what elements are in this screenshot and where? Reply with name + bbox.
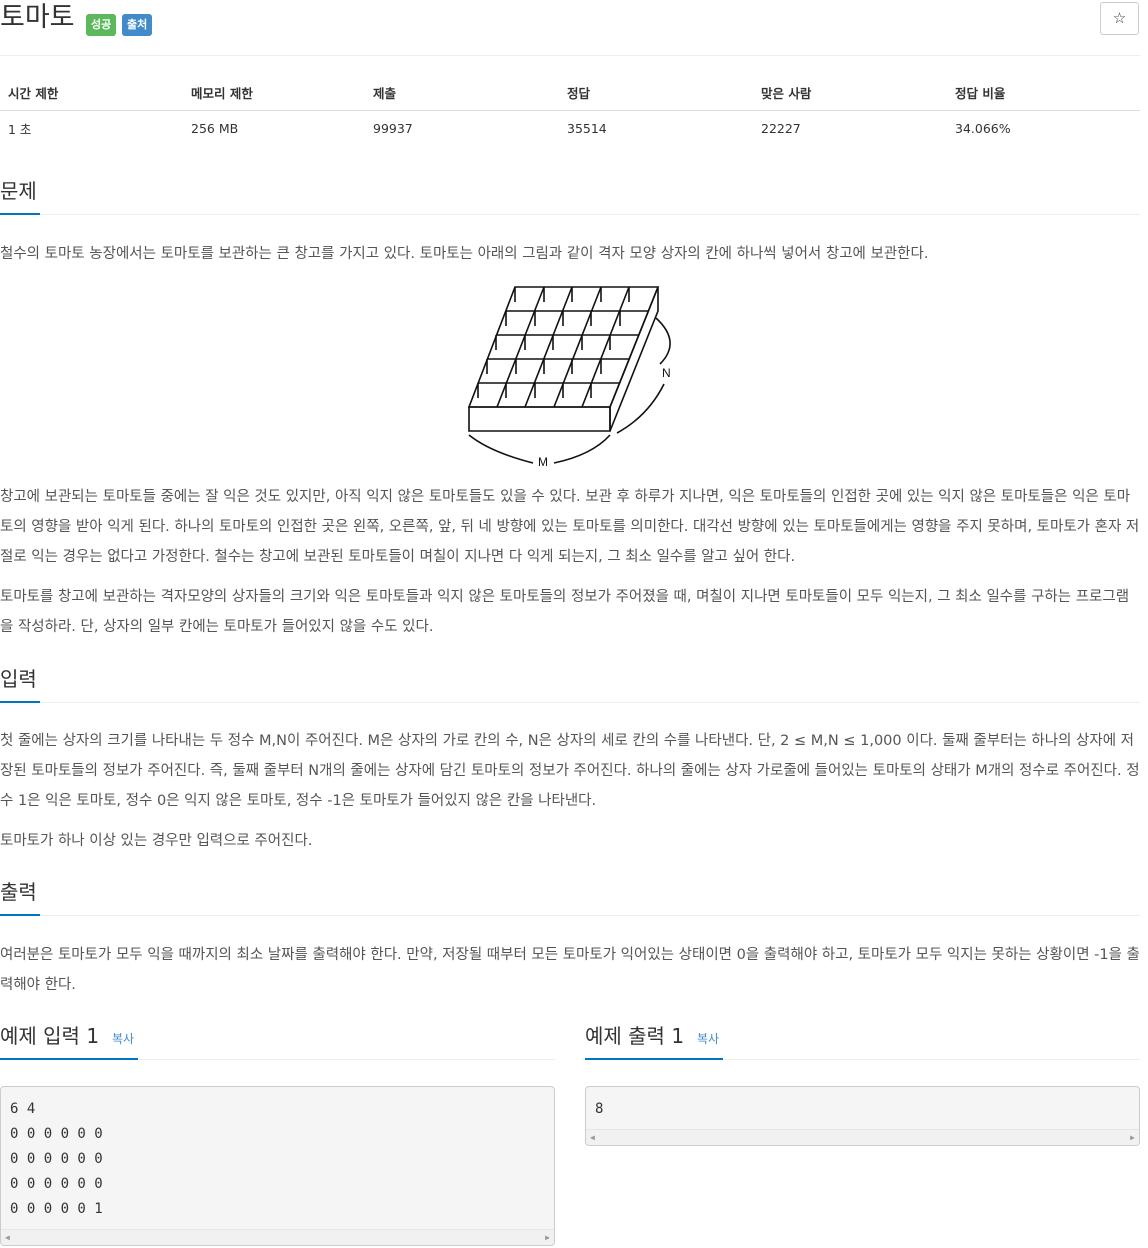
problem-header: 토마토 성공 출처 ☆: [0, 0, 1140, 56]
problem-section-header: 문제: [0, 177, 1140, 215]
scroll-right-icon[interactable]: ▶: [545, 1233, 550, 1242]
copy-input-button[interactable]: 복사: [112, 1030, 134, 1047]
value-time-limit: 1 초: [8, 122, 32, 138]
success-badge[interactable]: 성공: [86, 14, 117, 36]
sample-input-line: 0 0 0 0 0 0: [10, 1176, 103, 1192]
section-underline: [0, 213, 40, 215]
sample-input-title: 예제 입력 1: [0, 1024, 100, 1048]
sample-input-line: 0 0 0 0 0 0: [10, 1151, 103, 1167]
copy-output-button[interactable]: 복사: [697, 1030, 719, 1047]
input-section-header: 입력: [0, 665, 1140, 703]
sample-output-header: 예제 출력 1 복사: [585, 1022, 1140, 1060]
scroll-right-icon[interactable]: ▶: [1130, 1133, 1135, 1142]
section-underline: [0, 1058, 138, 1060]
value-submissions[interactable]: 99937: [365, 110, 559, 147]
dimension-m-label: M: [538, 455, 548, 469]
horizontal-scrollbar[interactable]: ◀ ▶: [1, 1229, 554, 1245]
output-section-header: 출력: [0, 878, 1140, 916]
star-button[interactable]: ☆: [1100, 2, 1139, 35]
sample-input-box[interactable]: 6 4 0 0 0 0 0 0 0 0 0 0 0 0 0 0 0 0 0 0 …: [0, 1086, 555, 1246]
value-memory-limit: 256 MB: [191, 121, 239, 137]
scroll-left-icon[interactable]: ◀: [5, 1233, 10, 1242]
section-underline: [0, 914, 40, 916]
output-section-title: 출력: [0, 880, 37, 904]
header-time-limit: 시간 제한: [0, 76, 183, 111]
value-accept-ratio: 34.066%: [955, 121, 1011, 137]
value-accepted[interactable]: 35514: [559, 110, 753, 147]
horizontal-scrollbar[interactable]: ◀ ▶: [586, 1129, 1139, 1145]
sample-input-line: 6 4: [10, 1101, 36, 1117]
sample-input-line: 0 0 0 0 0 1: [10, 1201, 103, 1217]
problem-title: 토마토: [0, 2, 75, 33]
dimension-n-label: N: [662, 366, 671, 380]
input-section-title: 입력: [0, 667, 37, 691]
problem-paragraph-2: 창고에 보관되는 토마토들 중에는 잘 익은 것도 있지만, 아직 익지 않은 …: [0, 489, 1140, 565]
header-solved-users: 맞은 사람: [753, 76, 947, 111]
value-solved-users[interactable]: 22227: [753, 110, 947, 147]
problem-section-title: 문제: [0, 179, 37, 203]
info-header-row: 시간 제한 메모리 제한 제출 정답 맞은 사람 정답 비율: [0, 76, 1140, 111]
sample-output-box[interactable]: 8 ◀ ▶: [585, 1086, 1140, 1146]
sample-output-title: 예제 출력 1: [585, 1024, 685, 1048]
problem-paragraph-1: 철수의 토마토 농장에서는 토마토를 보관하는 큰 창고를 가지고 있다. 토마…: [0, 246, 929, 262]
scroll-left-icon[interactable]: ◀: [590, 1133, 595, 1142]
output-paragraph-1: 여러분은 토마토가 모두 익을 때까지의 최소 날짜를 출력해야 한다. 만약,…: [0, 947, 1140, 993]
section-underline: [585, 1058, 723, 1060]
sample-input-header: 예제 입력 1 복사: [0, 1022, 555, 1060]
sample-input-line: 0 0 0 0 0 0: [10, 1126, 103, 1142]
header-memory-limit: 메모리 제한: [183, 76, 365, 111]
input-paragraph-2: 토마토가 하나 이상 있는 경우만 입력으로 주어진다.: [0, 833, 313, 849]
header-submissions: 제출: [365, 76, 559, 111]
input-paragraph-1: 첫 줄에는 상자의 크기를 나타내는 두 정수 M,N이 주어진다. M은 상자…: [0, 733, 1140, 809]
problem-info-table: 시간 제한 메모리 제한 제출 정답 맞은 사람 정답 비율 1 초 256 M…: [0, 76, 1140, 147]
header-accepted: 정답: [559, 76, 753, 111]
star-icon: ☆: [1112, 9, 1127, 27]
tomato-box-figure: N M: [460, 280, 680, 472]
info-value-row: 1 초 256 MB 99937 35514 22227 34.066%: [0, 110, 1140, 147]
section-underline: [0, 701, 40, 703]
problem-paragraph-3: 토마토를 창고에 보관하는 격자모양의 상자들의 크기와 익은 토마토들과 익지…: [0, 589, 1130, 635]
header-accept-ratio: 정답 비율: [947, 76, 1140, 111]
grid-box-illustration: N M: [467, 286, 671, 469]
source-badge[interactable]: 출처: [122, 14, 153, 36]
sample-output-line: 8: [595, 1101, 604, 1117]
